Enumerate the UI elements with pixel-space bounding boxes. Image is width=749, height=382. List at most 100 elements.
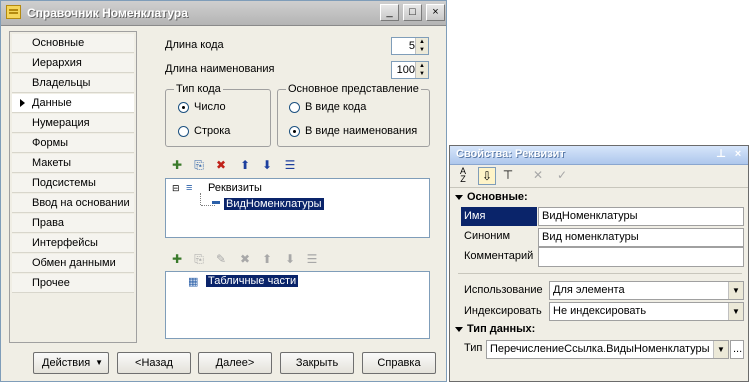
type-section-header[interactable]: Тип данных: <box>455 323 535 335</box>
index-value: Не индексировать <box>553 305 647 317</box>
attributes-tree[interactable]: ⊟ ≡ Реквизиты ВидНоменклатуры <box>165 178 430 238</box>
close-dialog-button[interactable]: Закрыть <box>280 352 354 374</box>
code-type-string-label[interactable]: Строка <box>194 125 230 137</box>
nav-item[interactable]: Данные <box>12 94 134 113</box>
spin-down-icon[interactable]: ▼ <box>416 70 428 78</box>
type-more-button[interactable]: ... <box>730 340 744 359</box>
actions-button[interactable]: Действия ▼ <box>33 352 109 374</box>
sort-alpha-icon[interactable]: AZ <box>455 167 471 184</box>
title-bar[interactable]: Справочник Номенклатура _ □ × <box>1 1 446 26</box>
close-button[interactable]: × <box>426 4 445 21</box>
name-length-value: 100 <box>396 64 415 76</box>
sort-icon[interactable]: ☰ <box>282 157 298 173</box>
code-length-label: Длина кода <box>165 39 224 51</box>
comment-field[interactable] <box>538 247 744 267</box>
copy-tabular-icon[interactable]: ⎘ <box>191 251 207 267</box>
nav-item-label: Владельцы <box>32 77 91 89</box>
chevron-down-icon[interactable]: ▼ <box>728 282 743 299</box>
nav-item-label: Права <box>32 217 64 229</box>
spin-down-icon[interactable]: ▼ <box>416 46 428 54</box>
nav-item-label: Макеты <box>32 157 72 169</box>
nav-item-label: Данные <box>32 97 72 109</box>
maximize-button[interactable]: □ <box>403 4 422 21</box>
collapse-icon[interactable]: ⊟ <box>172 183 180 194</box>
edit-tabular-icon[interactable]: ✎ <box>213 251 229 267</box>
code-type-number-label[interactable]: Число <box>194 101 226 113</box>
index-prop-label: Индексировать <box>464 305 542 317</box>
filter-icon[interactable]: ⊤ <box>500 167 516 183</box>
copy-attribute-icon[interactable]: ⎘ <box>191 157 207 173</box>
delete-attribute-icon[interactable]: ✖ <box>213 157 229 173</box>
nav-item[interactable]: Ввод на основании <box>12 194 134 213</box>
apply-icon[interactable]: ✓ <box>554 167 570 183</box>
clear-icon[interactable]: ✕ <box>530 167 546 183</box>
nav-item[interactable]: Интерфейсы <box>12 234 134 253</box>
nav-item[interactable]: Макеты <box>12 154 134 173</box>
move-down-icon[interactable]: ⬇ <box>259 157 275 173</box>
repr-name-label[interactable]: В виде наименования <box>305 125 417 137</box>
nav-item[interactable]: Владельцы <box>12 74 134 93</box>
minimize-button[interactable]: _ <box>380 4 399 21</box>
delete-tabular-icon[interactable]: ✖ <box>237 251 253 267</box>
nav-item[interactable]: Формы <box>12 134 134 153</box>
close-icon[interactable]: × <box>731 147 745 161</box>
move-up-icon[interactable]: ⬆ <box>237 157 253 173</box>
name-prop-label[interactable]: Имя <box>461 207 537 226</box>
chevron-down-icon[interactable]: ▼ <box>728 303 743 320</box>
move-up-icon[interactable]: ⬆ <box>259 251 275 267</box>
usage-prop-label: Использование <box>464 284 543 296</box>
comment-prop-label: Комментарий <box>464 250 534 262</box>
add-attribute-icon[interactable]: ✚ <box>169 157 185 173</box>
pin-icon[interactable]: ⊥ <box>714 147 728 161</box>
main-section-header[interactable]: Основные: <box>455 191 528 203</box>
sort-icon[interactable]: ☰ <box>304 251 320 267</box>
nav-item-label: Интерфейсы <box>32 237 98 249</box>
nav-item[interactable]: Права <box>12 214 134 233</box>
nav-item[interactable]: Обмен данными <box>12 254 134 273</box>
properties-window: Свойства: Реквизит ⊥ × AZ ⇩ ⊤ ✕ ✓ Основн… <box>449 145 749 382</box>
spin-up-icon[interactable]: ▲ <box>416 62 428 70</box>
synonym-field[interactable]: Вид номенклатуры <box>538 228 744 247</box>
attribute-icon <box>212 201 220 204</box>
nav-item[interactable]: Подсистемы <box>12 174 134 193</box>
code-length-spinner[interactable]: 5 ▲ ▼ <box>391 37 429 55</box>
nav-item-label: Ввод на основании <box>32 197 130 209</box>
name-length-spinner[interactable]: 100 ▲ ▼ <box>391 61 429 79</box>
type-section-label: Тип данных: <box>467 323 536 335</box>
move-down-icon[interactable]: ⬇ <box>282 251 298 267</box>
code-type-legend: Тип кода <box>174 83 223 95</box>
usage-select[interactable]: Для элемента ▼ <box>549 281 744 300</box>
chevron-down-icon[interactable]: ▼ <box>713 341 728 358</box>
type-select[interactable]: ПеречислениеСсылка.ВидыНоменклатуры ▼ <box>486 340 729 359</box>
name-field[interactable]: ВидНоменклатуры <box>538 207 744 226</box>
tabular-root-label[interactable]: Табличные части <box>206 275 299 287</box>
next-button[interactable]: Далее> <box>198 352 272 374</box>
nav-item-label: Основные <box>32 37 85 49</box>
repr-code-radio[interactable] <box>289 102 300 113</box>
spin-up-icon[interactable]: ▲ <box>416 38 428 46</box>
actions-label: Действия <box>42 357 91 369</box>
repr-name-radio[interactable] <box>289 126 300 137</box>
nav-item[interactable]: Иерархия <box>12 54 134 73</box>
nav-item-label: Формы <box>32 137 69 149</box>
code-type-number-radio[interactable] <box>178 102 189 113</box>
catalog-icon <box>6 5 21 19</box>
add-tabular-icon[interactable]: ✚ <box>169 251 185 267</box>
nav-item-label: Нумерация <box>32 117 90 129</box>
back-button[interactable]: <Назад <box>117 352 191 374</box>
properties-title-bar[interactable]: Свойства: Реквизит ⊥ × <box>450 146 748 165</box>
attribute-item[interactable]: ВидНоменклатуры <box>224 198 324 210</box>
nav-item-label: Подсистемы <box>32 177 96 189</box>
attributes-root-label[interactable]: Реквизиты <box>208 182 262 194</box>
tabular-parts-tree[interactable]: ▦ Табличные части <box>165 271 430 339</box>
properties-title: Свойства: Реквизит <box>456 148 565 160</box>
index-select[interactable]: Не индексировать ▼ <box>549 302 744 321</box>
nav-item[interactable]: Прочее <box>12 274 134 293</box>
window-title: Справочник Номенклатура <box>27 6 188 20</box>
nav-item[interactable]: Основные <box>12 34 134 53</box>
code-type-string-radio[interactable] <box>178 126 189 137</box>
repr-code-label[interactable]: В виде кода <box>305 101 366 113</box>
categorize-icon[interactable]: ⇩ <box>478 167 496 185</box>
help-button[interactable]: Справка <box>362 352 436 374</box>
nav-item[interactable]: Нумерация <box>12 114 134 133</box>
